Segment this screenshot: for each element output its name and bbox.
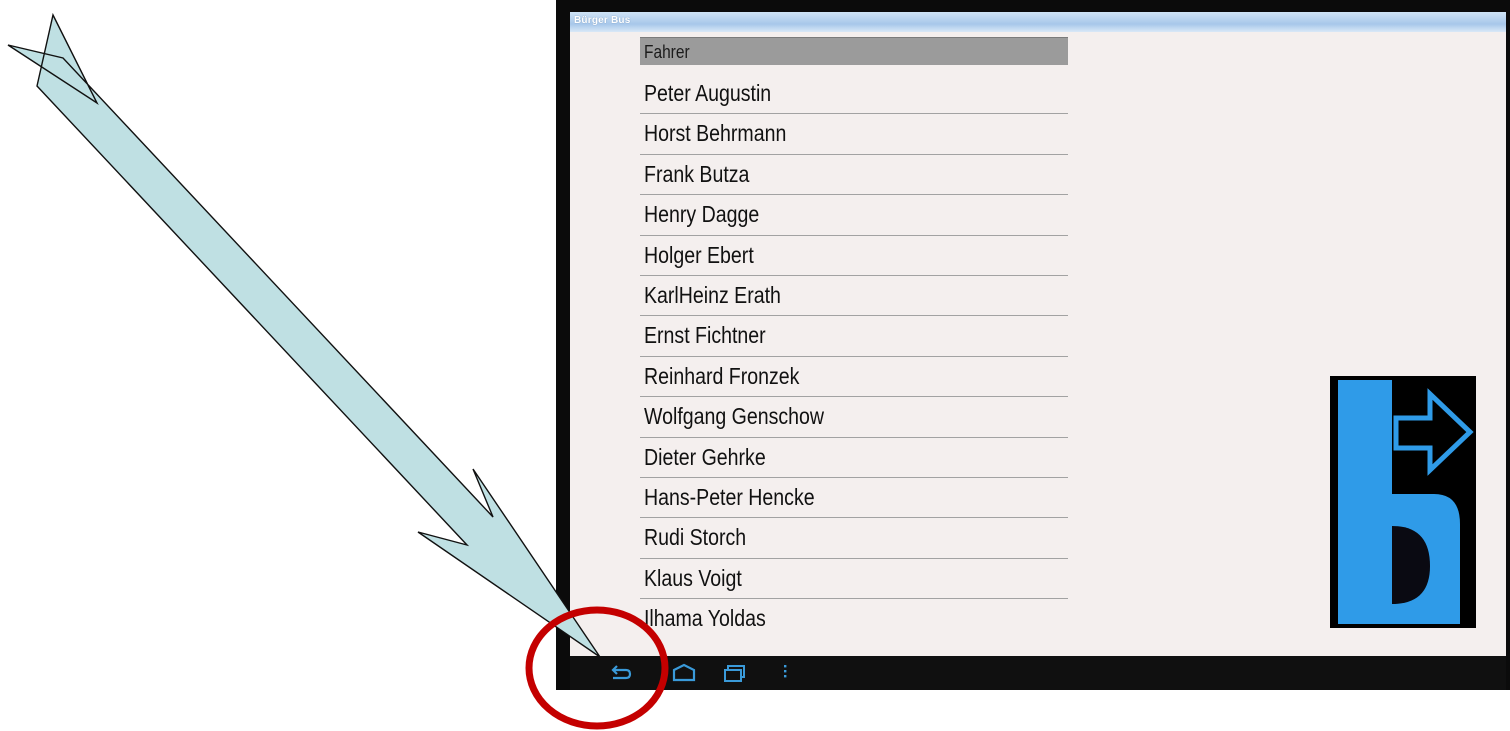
highlight-circle-icon (525, 606, 669, 730)
annotation-overlay (7, 12, 669, 730)
pointer-arrow-icon (7, 12, 601, 658)
